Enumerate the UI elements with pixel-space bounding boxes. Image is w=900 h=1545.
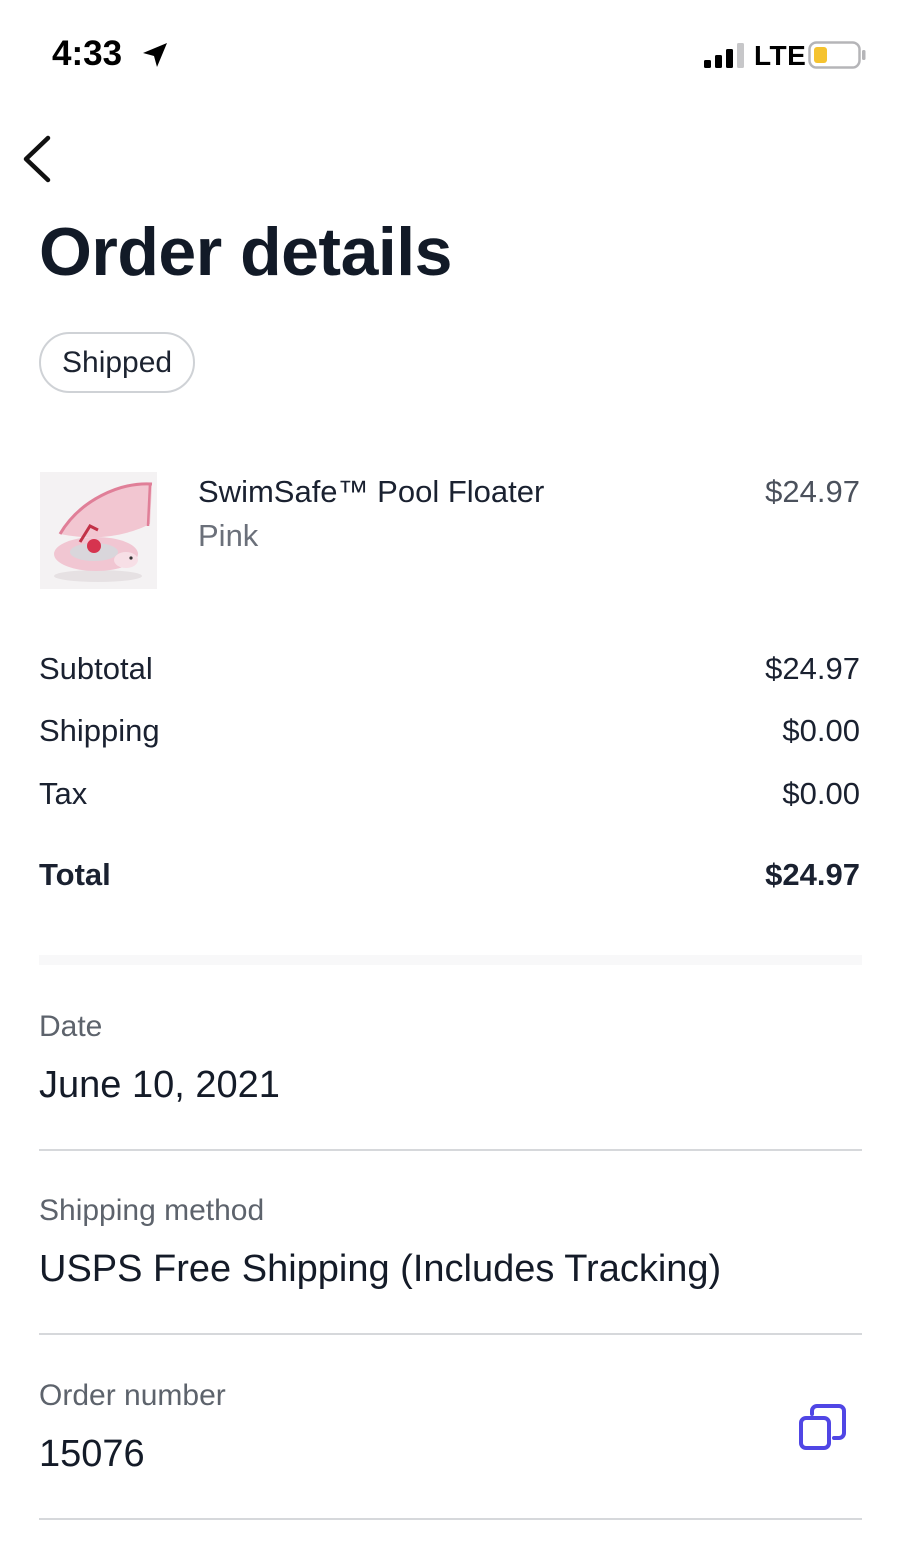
tax-label: Tax <box>39 776 88 811</box>
page-title: Order details <box>39 214 453 290</box>
shipping-label: Shipping <box>39 713 160 748</box>
divider <box>39 1149 862 1151</box>
chevron-left-icon <box>23 135 51 183</box>
shipping-method-label: Shipping method <box>39 1194 265 1227</box>
status-time: 4:33 <box>52 34 123 73</box>
date-label: Date <box>39 1010 103 1043</box>
divider <box>39 1333 862 1335</box>
product-price: $24.97 <box>765 474 860 509</box>
total-row: Total $24.97 <box>39 857 860 897</box>
order-number-value: 15076 <box>39 1433 145 1475</box>
total-value: $24.97 <box>765 857 860 892</box>
product-thumbnail[interactable] <box>40 472 157 589</box>
network-type-label: LTE <box>754 40 807 71</box>
copy-order-number-button[interactable] <box>794 1400 852 1458</box>
status-bar: 4:33 LTE <box>0 0 900 100</box>
total-label: Total <box>39 857 111 892</box>
pool-floater-image <box>40 472 157 589</box>
location-arrow-icon <box>143 43 167 67</box>
tax-row: Tax $0.00 <box>39 776 860 816</box>
order-details-screen: 4:33 LTE Order details Shipped SwimSafe™… <box>0 0 900 1545</box>
subtotal-row: Subtotal $24.97 <box>39 651 860 691</box>
product-variant: Pink <box>198 518 259 553</box>
battery-low-icon <box>808 41 866 69</box>
shipping-row: Shipping $0.00 <box>39 713 860 753</box>
shipping-method-value: USPS Free Shipping (Includes Tracking) <box>39 1248 722 1290</box>
cellular-signal-icon <box>704 43 744 68</box>
product-name: SwimSafe™ Pool Floater <box>198 474 545 509</box>
copy-icon <box>799 1404 846 1450</box>
status-badge: Shipped <box>39 332 196 393</box>
section-separator <box>39 955 862 965</box>
subtotal-value: $24.97 <box>765 651 860 686</box>
subtotal-label: Subtotal <box>39 651 153 686</box>
divider <box>39 1518 862 1520</box>
date-value: June 10, 2021 <box>39 1064 280 1106</box>
shipping-value: $0.00 <box>782 713 860 748</box>
tax-value: $0.00 <box>782 776 860 811</box>
order-number-label: Order number <box>39 1379 226 1412</box>
back-button[interactable] <box>14 130 64 190</box>
